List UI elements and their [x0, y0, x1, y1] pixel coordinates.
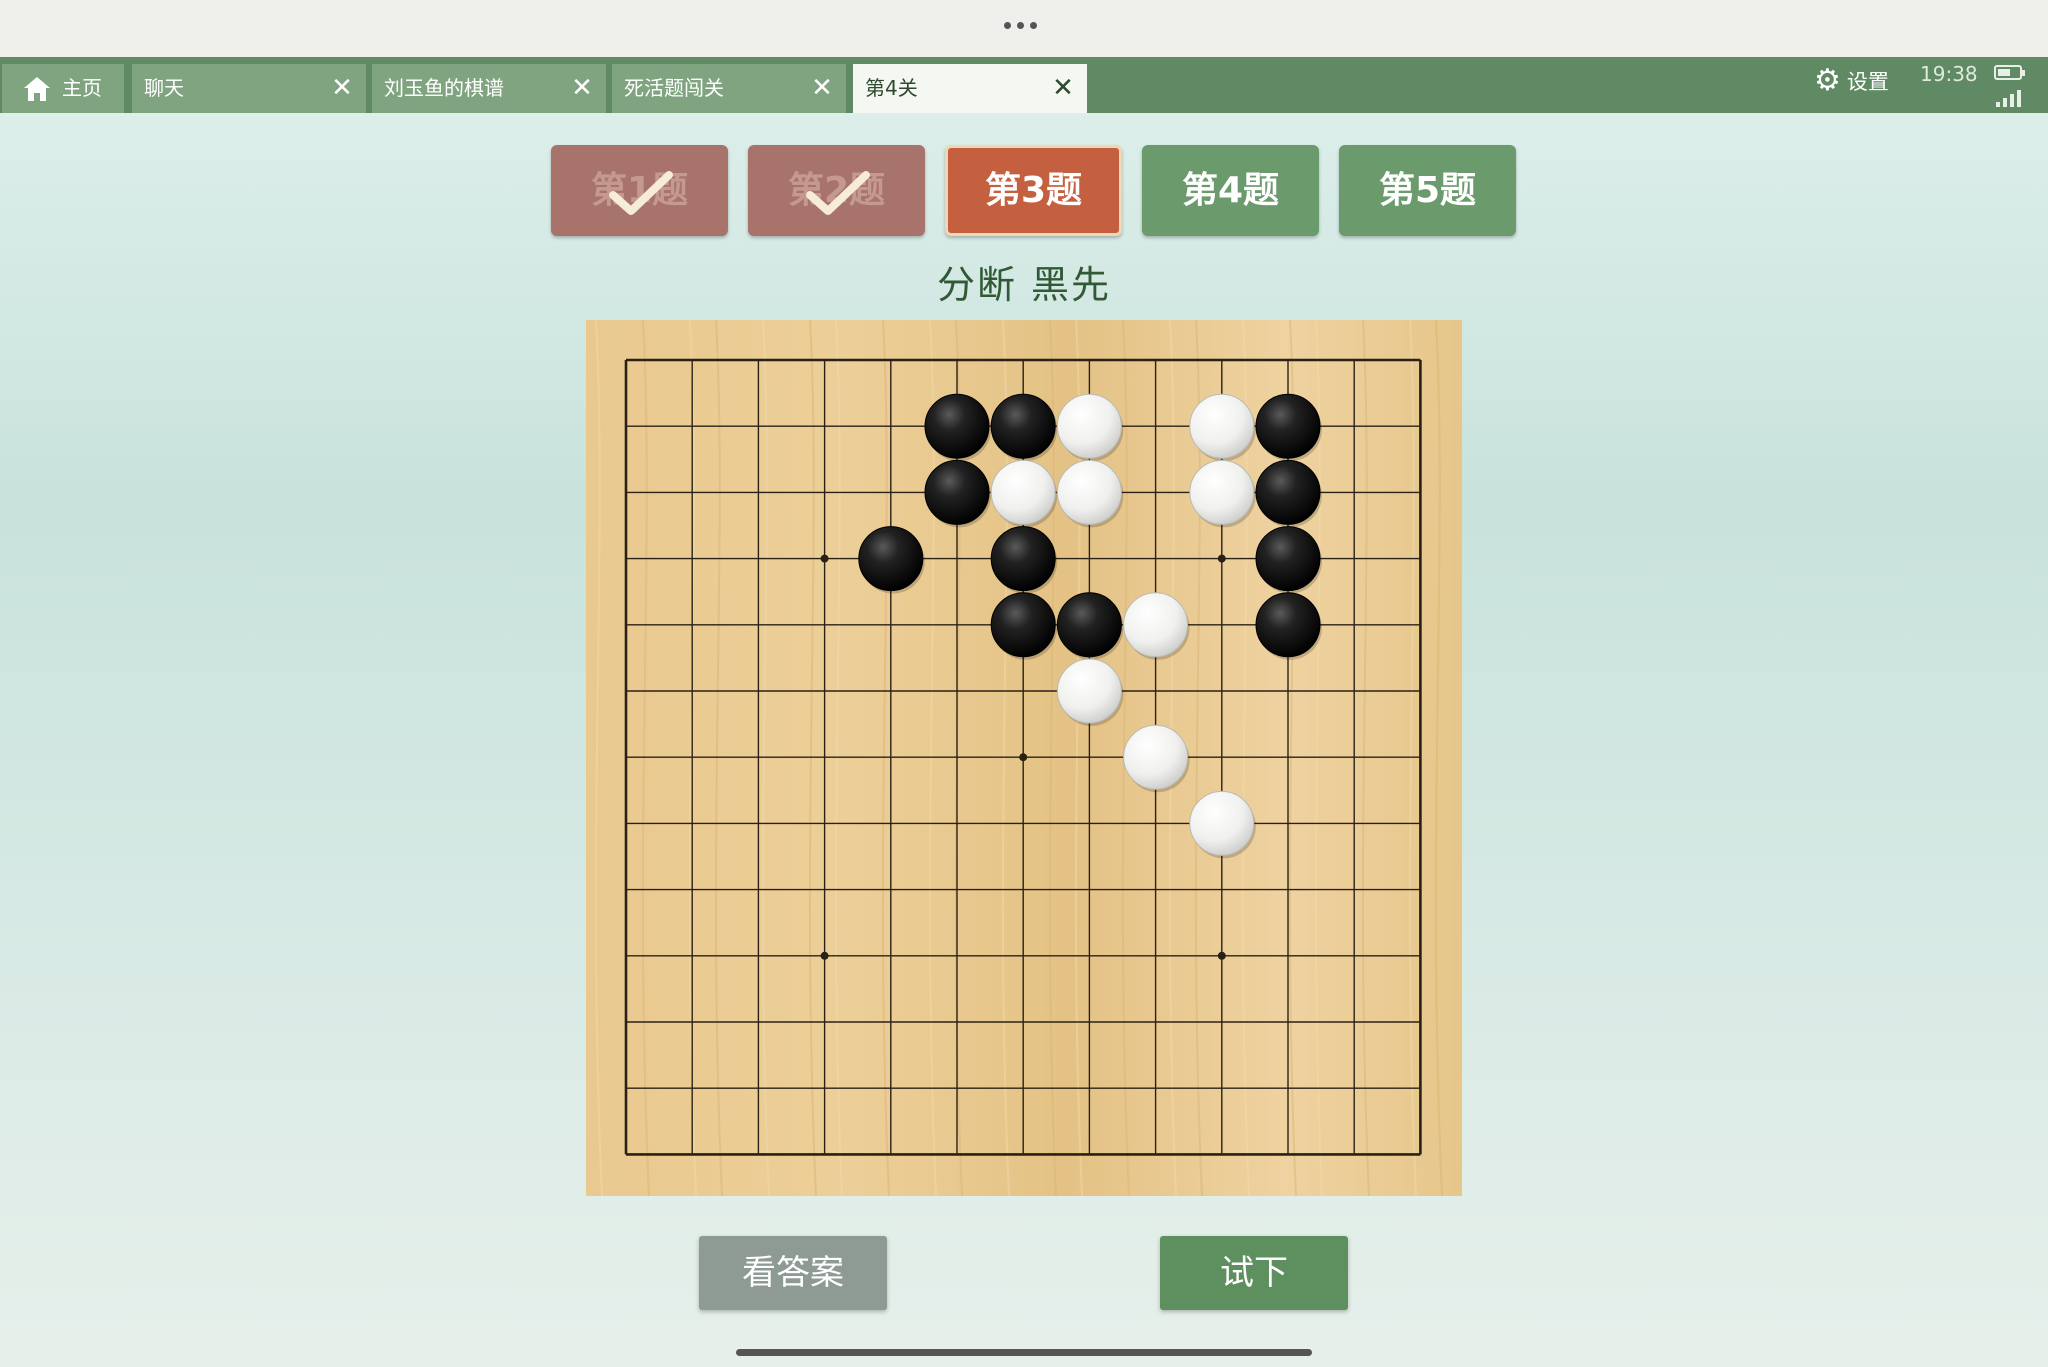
star-point [1019, 753, 1028, 762]
close-icon[interactable]: ✕ [806, 64, 838, 113]
question-button-1[interactable]: 第1题 [551, 145, 728, 236]
tab-home-label: 主页 [62, 76, 102, 100]
question-label: 第4题 [1181, 170, 1280, 211]
tab-game-records[interactable]: 刘玉鱼的棋谱 ✕ [372, 64, 606, 113]
home-icon [24, 76, 50, 101]
question-button-4[interactable]: 第4题 [1142, 145, 1319, 236]
tab-life-death-challenge[interactable]: 死活题闯关 ✕ [612, 64, 846, 113]
tab-label: 刘玉鱼的棋谱 [384, 76, 504, 100]
battery-icon [1994, 65, 2025, 80]
top-status-strip [0, 0, 2048, 57]
question-button-5[interactable]: 第5题 [1339, 145, 1516, 236]
star-point [1217, 554, 1226, 563]
tab-label: 死活题闯关 [624, 76, 724, 100]
tab-level-4[interactable]: 第4关 ✕ [853, 64, 1087, 113]
tab-label: 第4关 [865, 76, 918, 100]
question-button-2[interactable]: 第2题 [748, 145, 925, 236]
question-label: 第3题 [984, 170, 1083, 211]
more-dots-icon[interactable] [1004, 22, 1037, 29]
star-point [820, 951, 829, 960]
close-icon[interactable]: ✕ [566, 64, 598, 113]
problem-title: 分断 黑先 [936, 263, 1112, 307]
checkmark-icon [609, 171, 673, 215]
gear-icon: ⚙ [1814, 63, 1841, 98]
star-point [1217, 951, 1226, 960]
close-icon[interactable]: ✕ [1047, 64, 1079, 113]
settings-button[interactable]: ⚙ 设置 [1814, 66, 1889, 96]
question-button-3[interactable]: 第3题 [945, 145, 1122, 236]
checkmark-icon [806, 171, 870, 215]
home-indicator[interactable] [736, 1349, 1312, 1356]
tab-label: 聊天 [144, 76, 184, 100]
tab-chat[interactable]: 聊天 ✕ [132, 64, 366, 113]
question-label: 第5题 [1378, 170, 1477, 211]
go-board[interactable] [586, 320, 1462, 1196]
close-icon[interactable]: ✕ [326, 64, 358, 113]
try-move-button[interactable]: 试下 [1160, 1236, 1348, 1310]
tab-bar: 主页 聊天 ✕ 刘玉鱼的棋谱 ✕ 死活题闯关 ✕ 第4关 ✕ [0, 57, 2048, 113]
signal-icon [1996, 90, 2021, 107]
clock: 19:38 [1920, 62, 1978, 86]
view-answer-button[interactable]: 看答案 [699, 1236, 887, 1310]
settings-label: 设置 [1846, 70, 1889, 94]
tab-home[interactable]: 主页 [2, 64, 124, 113]
star-point [820, 554, 829, 563]
